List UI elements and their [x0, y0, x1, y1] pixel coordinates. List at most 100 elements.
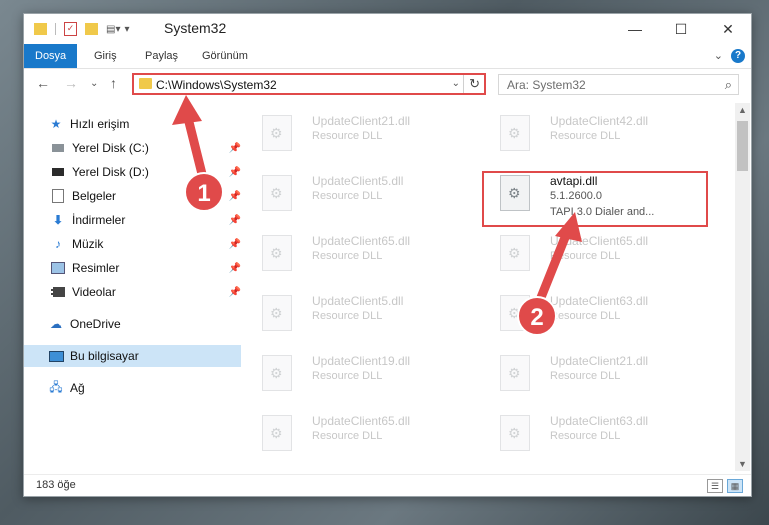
tab-view[interactable]: Görünüm	[194, 44, 256, 68]
tab-home[interactable]: Giriş	[86, 44, 125, 68]
chevron-down-icon[interactable]: ⌄	[452, 78, 460, 89]
sidebar-item-label: Yerel Disk (D:)	[72, 165, 149, 179]
tiles-view-icon[interactable]: ▦	[727, 479, 743, 493]
list-item[interactable]: ⚙ UpdateClient5.dll Resource DLL	[244, 291, 474, 343]
dropdown-icon[interactable]: ▾	[124, 24, 129, 35]
dll-file-icon: ⚙	[262, 355, 292, 391]
refresh-icon[interactable]: ↻	[469, 76, 480, 92]
search-icon[interactable]: ⌕	[725, 77, 732, 93]
file-name: UpdateClient63.dll	[550, 414, 649, 428]
dll-file-icon: ⚙	[262, 115, 292, 151]
properties-icon[interactable]: ✓	[64, 22, 77, 36]
list-item[interactable]: ⚙ UpdateClient65.dll Resource DLL	[482, 231, 712, 283]
tab-share[interactable]: Paylaş	[137, 44, 186, 68]
list-item[interactable]: ⚙ UpdateClient5.dll Resource DLL	[244, 171, 474, 223]
sidebar-item-pictures[interactable]: Resimler 📌	[24, 257, 243, 279]
file-type: Resource DLL	[550, 430, 621, 442]
list-item[interactable]: ⚙ UpdateClient65.dll Resource DLL	[244, 231, 474, 283]
file-type: Resource DLL	[550, 250, 621, 262]
search-input[interactable]: Ara: System32 ⌕	[498, 74, 739, 95]
sidebar-item-label: OneDrive	[70, 317, 121, 331]
file-name: UpdateClient21.dll	[550, 354, 649, 368]
list-item[interactable]: ⚙ UpdateClient63.dll Resource DLL	[482, 411, 712, 463]
sidebar-item-label: Videolar	[72, 285, 116, 299]
sidebar-item-onedrive[interactable]: ☁ OneDrive	[24, 313, 241, 335]
sidebar-item-this-pc[interactable]: Bu bilgisayar	[24, 345, 241, 367]
file-name: UpdateClient5.dll	[312, 174, 404, 188]
help-icon[interactable]: ?	[731, 49, 745, 63]
music-icon: ♪	[55, 237, 61, 251]
sidebar-item-music[interactable]: ♪ Müzik 📌	[24, 233, 243, 255]
list-item[interactable]: ⚙ UpdateClient42.dll Resource DLL	[482, 111, 712, 163]
star-icon: ★	[50, 117, 62, 131]
file-name: UpdateClient5.dll	[312, 294, 404, 308]
computer-icon	[48, 349, 64, 363]
sidebar-item-label: Bu bilgisayar	[70, 349, 139, 363]
file-list: ⚙ UpdateClient21.dll Resource DLL ⚙ Upda…	[224, 109, 734, 469]
address-path[interactable]: C:\Windows\System32	[156, 78, 277, 92]
sidebar-item-network[interactable]: 🖧 Ağ	[24, 377, 241, 399]
list-item[interactable]: ⚙ UpdateClient19.dll Resource DLL	[244, 351, 474, 403]
file-type: Resource DLL	[550, 370, 621, 382]
forward-icon[interactable]: →	[64, 75, 78, 91]
dll-file-icon: ⚙	[500, 235, 530, 271]
sidebar-item-videos[interactable]: Videolar 📌	[24, 281, 243, 303]
tab-file[interactable]: Dosya	[24, 44, 78, 68]
status-bar: 183 öğe ☰ ▦	[24, 474, 751, 497]
recent-locations-icon[interactable]: ⌄	[90, 78, 98, 89]
address-bar[interactable]: C:\Windows\System32 ⌄ ↻	[132, 73, 486, 95]
step-1-badge: 1	[184, 172, 224, 212]
title-bar: ✓ ▤▾ ▾ System32 — ☐ ✕	[24, 14, 751, 44]
file-explorer-window: ✓ ▤▾ ▾ System32 — ☐ ✕ Dosya Giriş Paylaş…	[23, 13, 752, 497]
up-icon[interactable]: ↑	[110, 75, 117, 91]
details-view-icon[interactable]: ☰	[707, 479, 723, 493]
ribbon-tabs: Dosya Giriş Paylaş Görünüm ⌄ ?	[24, 44, 751, 69]
dll-file-icon: ⚙	[500, 355, 530, 391]
file-type: Resource DLL	[312, 370, 383, 382]
dll-file-icon: ⚙	[262, 175, 292, 211]
file-type: Resource DLL	[312, 430, 383, 442]
dll-file-icon: ⚙	[262, 295, 292, 331]
file-type: Resource DLL	[312, 130, 383, 142]
documents-icon	[50, 189, 66, 203]
list-item[interactable]: ⚙ UpdateClient21.dll Resource DLL	[244, 111, 474, 163]
sidebar-item-label: Resimler	[72, 261, 120, 275]
sidebar-item-downloads[interactable]: ⬇ İndirmeler 📌	[24, 209, 243, 231]
new-folder-icon[interactable]	[85, 23, 98, 35]
file-type: Resource DLL	[312, 310, 383, 322]
separator	[55, 23, 56, 35]
back-icon[interactable]: ←	[36, 75, 50, 91]
sidebar-item-quick-access[interactable]: ★ Hızlı erişim	[24, 113, 241, 135]
maximize-button[interactable]: ☐	[658, 14, 704, 44]
sidebar-item-label: Yerel Disk (C:)	[72, 141, 149, 155]
file-type: Resource DLL	[550, 130, 621, 142]
minimize-button[interactable]: —	[612, 14, 658, 44]
vertical-scrollbar[interactable]: ▲ ▼	[735, 103, 750, 471]
navigation-pane: ★ Hızlı erişim Yerel Disk (C:) 📌 Yerel D…	[24, 109, 241, 474]
scroll-thumb[interactable]	[737, 121, 748, 171]
drive-icon	[50, 141, 66, 155]
sidebar-item-label: Müzik	[72, 237, 104, 251]
folder-icon[interactable]	[34, 23, 47, 35]
view-switcher: ☰ ▦	[707, 479, 743, 493]
drive-icon	[50, 165, 66, 179]
sidebar-item-local-disk-c[interactable]: Yerel Disk (C:) 📌	[24, 137, 243, 159]
list-item[interactable]: ⚙ UpdateClient65.dll Resource DLL	[244, 411, 474, 463]
customize-toolbar-icon[interactable]: ▤▾	[106, 24, 120, 35]
scroll-down-icon[interactable]: ▼	[738, 459, 747, 469]
close-button[interactable]: ✕	[705, 14, 751, 44]
videos-icon	[50, 285, 66, 299]
file-name: UpdateClient42.dll	[550, 114, 649, 128]
file-name: UpdateClient65.dll	[312, 234, 411, 248]
file-type: Resource DLL	[312, 190, 383, 202]
download-icon: ⬇	[52, 213, 64, 227]
separator	[463, 75, 464, 93]
scroll-up-icon[interactable]: ▲	[738, 105, 747, 115]
expand-ribbon-icon[interactable]: ⌄	[714, 49, 723, 62]
quick-access-toolbar: ✓ ▤▾ ▾	[34, 20, 130, 38]
list-item[interactable]: ⚙ UpdateClient21.dll Resource DLL	[482, 351, 712, 403]
item-count: 183 öğe	[36, 479, 76, 491]
file-name: UpdateClient19.dll	[312, 354, 411, 368]
cloud-icon: ☁	[50, 317, 62, 331]
file-name: UpdateClient63.dll	[550, 294, 649, 308]
